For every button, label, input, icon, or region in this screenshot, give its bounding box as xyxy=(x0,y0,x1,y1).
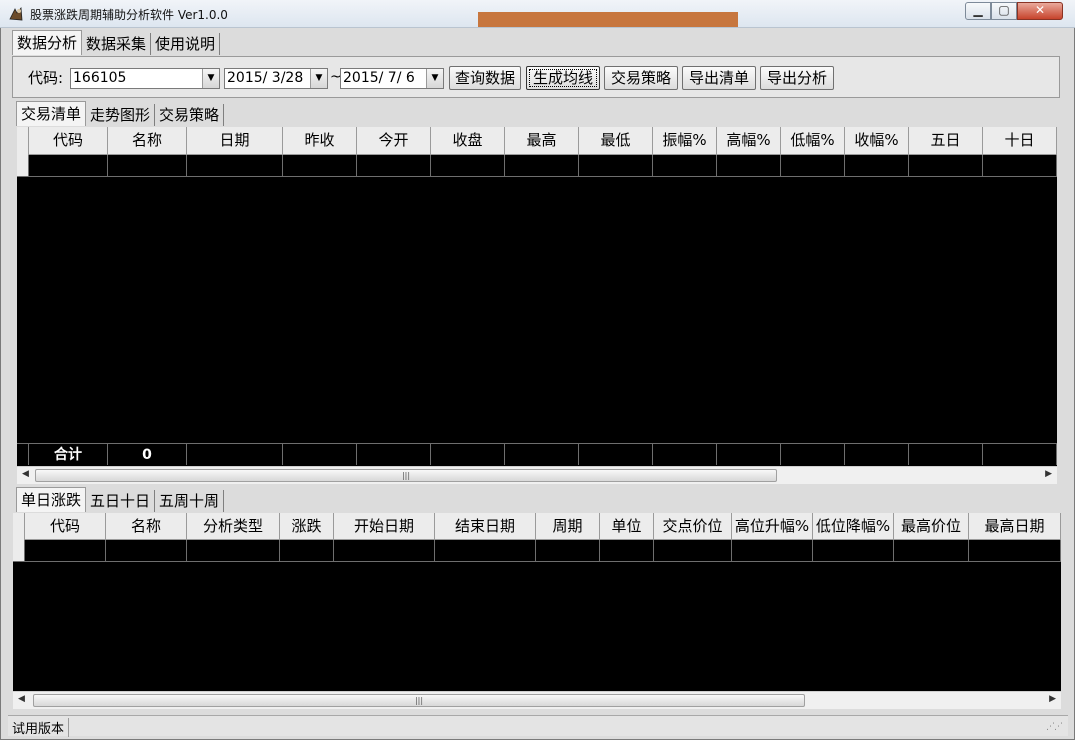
column-header[interactable]: 代码 xyxy=(29,127,108,155)
resize-grip-icon[interactable]: ⋰⋰ xyxy=(1046,722,1063,732)
totals-label: 合计 xyxy=(29,443,108,465)
lower-horizontal-scrollbar[interactable]: ◀ ||| ▶ xyxy=(13,691,1061,709)
date-from-value: 2015/ 3/28 xyxy=(227,70,304,86)
table-row[interactable] xyxy=(13,540,1061,562)
column-header[interactable]: 代码 xyxy=(25,513,106,540)
column-header[interactable]: 今开 xyxy=(357,127,431,155)
column-header[interactable]: 十日 xyxy=(983,127,1057,155)
column-header[interactable]: 昨收 xyxy=(283,127,357,155)
column-header[interactable]: 分析类型 xyxy=(187,513,280,540)
column-header[interactable]: 最高价位 xyxy=(894,513,969,540)
scrollbar-thumb[interactable]: ||| xyxy=(33,694,805,707)
column-header[interactable]: 低幅% xyxy=(781,127,845,155)
trade-list-grid[interactable]: 代码 名称 日期 昨收 今开 收盘 最高 最低 振幅% 高幅% 低幅% 收幅% … xyxy=(17,127,1057,466)
column-header[interactable]: 收盘 xyxy=(431,127,505,155)
close-button[interactable]: ✕ xyxy=(1017,2,1063,20)
code-value: 166105 xyxy=(73,70,127,86)
upper-horizontal-scrollbar[interactable]: ◀ ||| ▶ xyxy=(17,466,1057,484)
column-header[interactable]: 五日 xyxy=(909,127,983,155)
trade-strategy-button[interactable]: 交易策略 xyxy=(604,66,678,90)
column-header[interactable]: 日期 xyxy=(187,127,283,155)
totals-row: 合计 0 xyxy=(17,443,1057,465)
column-header[interactable]: 高位升幅% xyxy=(732,513,813,540)
column-header[interactable]: 收幅% xyxy=(845,127,909,155)
maximize-button[interactable]: ▢ xyxy=(991,2,1017,20)
query-data-button[interactable]: 查询数据 xyxy=(449,66,521,90)
code-label: 代码: xyxy=(28,69,64,87)
analysis-grid[interactable]: 代码 名称 分析类型 涨跌 开始日期 结束日期 周期 单位 交点价位 高位升幅%… xyxy=(13,513,1061,691)
status-text: 试用版本 xyxy=(12,718,70,737)
column-header[interactable]: 涨跌 xyxy=(280,513,334,540)
date-from-picker[interactable]: 2015/ 3/28 ▼ xyxy=(224,68,328,89)
tab-trade-strategy[interactable]: 交易策略 xyxy=(155,104,225,126)
column-header[interactable]: 高幅% xyxy=(717,127,781,155)
scroll-left-icon[interactable]: ◀ xyxy=(22,469,29,479)
column-header[interactable]: 振幅% xyxy=(653,127,717,155)
minimize-button[interactable]: ▁ xyxy=(965,2,991,20)
trade-list-header: 代码 名称 日期 昨收 今开 收盘 最高 最低 振幅% 高幅% 低幅% 收幅% … xyxy=(17,127,1057,155)
code-combobox[interactable]: 166105 ▼ xyxy=(70,68,220,89)
tab-usage-guide[interactable]: 使用说明 xyxy=(151,33,221,55)
column-header[interactable]: 周期 xyxy=(536,513,600,540)
column-header[interactable]: 名称 xyxy=(108,127,187,155)
export-list-button[interactable]: 导出清单 xyxy=(682,66,756,90)
tab-data-collection[interactable]: 数据采集 xyxy=(82,33,152,55)
tab-five-ten-day[interactable]: 五日十日 xyxy=(86,490,156,512)
scroll-left-icon[interactable]: ◀ xyxy=(18,694,25,704)
export-analysis-button[interactable]: 导出分析 xyxy=(760,66,834,90)
scroll-right-icon[interactable]: ▶ xyxy=(1045,469,1052,479)
scrollbar-thumb[interactable]: ||| xyxy=(35,469,777,482)
tab-data-analysis[interactable]: 数据分析 xyxy=(12,30,83,55)
column-header[interactable]: 交点价位 xyxy=(654,513,732,540)
totals-count: 0 xyxy=(108,443,187,465)
date-to-value: 2015/ 7/ 6 xyxy=(343,70,415,86)
column-header[interactable]: 名称 xyxy=(106,513,187,540)
status-bar: 试用版本 ⋰⋰ xyxy=(8,715,1068,737)
date-to-picker[interactable]: 2015/ 7/ 6 ▼ xyxy=(340,68,444,89)
scroll-right-icon[interactable]: ▶ xyxy=(1049,694,1056,704)
upper-tabstrip: 交易清单 走势图形 交易策略 xyxy=(16,101,225,126)
generate-ma-button[interactable]: 生成均线 xyxy=(526,66,600,90)
chevron-down-icon[interactable]: ▼ xyxy=(426,69,443,88)
column-header[interactable]: 开始日期 xyxy=(334,513,435,540)
chevron-down-icon[interactable]: ▼ xyxy=(202,69,219,88)
main-tabstrip: 数据分析 数据采集 使用说明 xyxy=(12,30,221,55)
analysis-header: 代码 名称 分析类型 涨跌 开始日期 结束日期 周期 单位 交点价位 高位升幅%… xyxy=(13,513,1061,540)
column-header[interactable]: 最低 xyxy=(579,127,653,155)
column-header[interactable]: 低位降幅% xyxy=(813,513,894,540)
window-title: 股票涨跌周期辅助分析软件 Ver1.0.0 xyxy=(30,8,228,22)
lower-tabstrip: 单日涨跌 五日十日 五周十周 xyxy=(16,487,225,512)
table-row[interactable] xyxy=(17,155,1057,177)
tab-single-day[interactable]: 单日涨跌 xyxy=(16,487,87,512)
column-header[interactable]: 最高 xyxy=(505,127,579,155)
title-decoration xyxy=(478,12,738,27)
chevron-down-icon[interactable]: ▼ xyxy=(310,69,327,88)
column-header[interactable]: 最高日期 xyxy=(969,513,1061,540)
tab-trade-list[interactable]: 交易清单 xyxy=(16,101,87,126)
tab-trend-chart[interactable]: 走势图形 xyxy=(86,104,156,126)
tab-five-ten-week[interactable]: 五周十周 xyxy=(155,490,225,512)
app-icon xyxy=(9,6,23,21)
column-header[interactable]: 结束日期 xyxy=(435,513,536,540)
column-header[interactable]: 单位 xyxy=(600,513,654,540)
